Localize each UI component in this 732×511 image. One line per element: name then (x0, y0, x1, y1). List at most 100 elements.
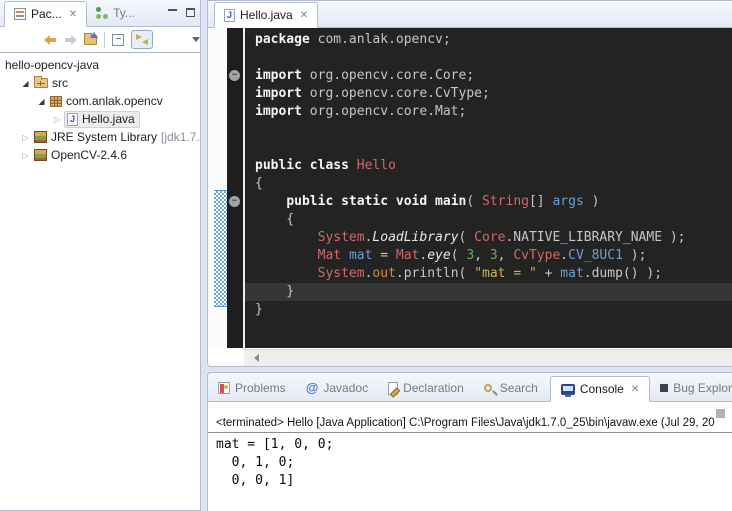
tree-item-hello-java[interactable]: ▷Hello.java (0, 110, 200, 128)
collapse-all-icon[interactable]: − (112, 34, 124, 46)
code-token: import (255, 68, 302, 83)
code-token (255, 230, 318, 245)
code-token: eye (427, 248, 450, 263)
code-token: } (255, 284, 294, 299)
code-token: main (435, 194, 466, 209)
collapsed-arrow-icon[interactable]: ▷ (51, 115, 64, 124)
close-icon[interactable]: ✕ (629, 384, 639, 395)
expanded-arrow-icon[interactable]: ◢ (35, 97, 48, 106)
tree-item-decoration: [jdk1.7.0 (161, 130, 200, 144)
tab-javadoc[interactable]: Javadoc (296, 375, 378, 401)
console-process-label: <terminated> Hello [Java Application] C:… (208, 417, 732, 433)
code-area[interactable]: package com.anlak.opencv; import org.open… (245, 28, 732, 348)
code-token: org.opencv.core.Mat; (302, 104, 466, 119)
code-token: , (474, 248, 490, 263)
tab-declaration[interactable]: Declaration (378, 375, 474, 401)
tab-label: Javadoc (323, 381, 368, 395)
tree-item-label: hello-opencv-java (5, 58, 99, 72)
tree-item-opencv-2-4-6[interactable]: ▷ OpenCV-2.4.6 (0, 146, 200, 164)
code-token: 3 (466, 248, 474, 263)
code-token (333, 194, 341, 209)
fold-collapse-icon[interactable]: − (229, 70, 240, 81)
code-token: { (255, 212, 294, 227)
code-token: ( (459, 230, 475, 245)
code-line: { (245, 211, 732, 229)
tree-item-content: src (32, 75, 72, 92)
tree-item-label: OpenCV-2.4.6 (51, 148, 127, 162)
scroll-left-icon[interactable] (254, 354, 259, 362)
close-icon[interactable]: ✕ (67, 9, 77, 20)
tab-label: Console (580, 382, 624, 396)
project-tree[interactable]: hello-opencv-java◢src◢com.anlak.opencv▷H… (0, 53, 200, 164)
code-token: ( (466, 194, 482, 209)
package-explorer-toolbar: − (0, 27, 200, 53)
link-with-editor-button[interactable] (131, 30, 153, 49)
tree-item-content: OpenCV-2.4.6 (32, 147, 131, 164)
tab-label: Pac... (31, 7, 62, 21)
code-token: CV_8UC1 (568, 248, 623, 263)
code-token (388, 194, 396, 209)
code-token: Core (474, 230, 505, 245)
code-token (427, 194, 435, 209)
code-token: System (318, 266, 365, 281)
code-token: CvType (513, 248, 560, 263)
code-token: { (255, 176, 263, 191)
maximize-icon[interactable] (186, 8, 195, 17)
collapsed-arrow-icon[interactable]: ▷ (19, 151, 32, 160)
code-token (255, 266, 318, 281)
minimize-icon[interactable] (168, 9, 177, 17)
console-output[interactable]: mat = [1, 0, 0; 0, 1, 0; 0, 0, 1] (208, 433, 732, 490)
expanded-arrow-icon[interactable]: ◢ (19, 79, 32, 88)
tab-console[interactable]: Console ✕ (550, 376, 650, 402)
close-icon[interactable]: ✕ (298, 10, 308, 21)
tree-item-com-anlak-opencv[interactable]: ◢com.anlak.opencv (0, 92, 200, 110)
code-line: System.out.println( "mat = " + mat.dump(… (245, 265, 732, 283)
code-token: static (341, 194, 388, 209)
code-token: import (255, 104, 302, 119)
code-token: .dump() ); (584, 266, 662, 281)
code-token (255, 194, 286, 209)
tab-hello-java[interactable]: Hello.java ✕ (214, 2, 318, 28)
search-icon (484, 384, 492, 392)
forward-arrow-icon[interactable] (64, 35, 77, 45)
code-line: System.LoadLibrary( Core.NATIVE_LIBRARY_… (245, 229, 732, 247)
tab-package-explorer[interactable]: Pac... ✕ (4, 1, 87, 27)
code-token: 3 (490, 248, 498, 263)
library-icon (34, 131, 47, 143)
code-token: [] (529, 194, 552, 209)
code-token: public (286, 194, 333, 209)
back-arrow-icon[interactable] (44, 35, 57, 45)
tab-label: Declaration (403, 381, 464, 395)
tree-item-jre-system-library[interactable]: ▷ JRE System Library [jdk1.7.0 (0, 128, 200, 146)
tree-item-src[interactable]: ◢src (0, 74, 200, 92)
toolbar-separator (104, 32, 105, 48)
code-token: , (498, 248, 514, 263)
collapsed-arrow-icon[interactable]: ▷ (19, 133, 32, 142)
view-menu-icon[interactable] (192, 37, 200, 42)
tree-item-content: hello-opencv-java (3, 57, 103, 74)
package-icon (50, 96, 62, 107)
code-line: Mat mat = Mat.eye( 3, 3, CvType.CV_8UC1 … (245, 247, 732, 265)
library-icon (34, 149, 47, 161)
tab-problems[interactable]: Problems (208, 375, 296, 401)
code-token: System (318, 230, 365, 245)
problems-icon (218, 382, 230, 394)
javadoc-icon (306, 382, 319, 394)
import-folder-icon[interactable] (84, 35, 98, 45)
code-line (245, 49, 732, 67)
tab-search[interactable]: Search (474, 375, 548, 401)
code-line: public static void main( String[] args ) (245, 193, 732, 211)
tab-label: Ty... (113, 6, 135, 20)
editor-body[interactable]: package com.anlak.opencv; import org.open… (208, 28, 732, 348)
code-token: package (255, 32, 310, 47)
tab-bug-explorer[interactable]: Bug Explorer (650, 375, 732, 401)
tree-item-label: JRE System Library (51, 130, 157, 144)
console-toolbar-icon[interactable] (716, 409, 725, 418)
code-token: public (255, 158, 302, 173)
tab-type-hierarchy[interactable]: Ty... (87, 0, 144, 26)
tree-item-hello-opencv-java[interactable]: hello-opencv-java (0, 56, 200, 74)
fold-collapse-icon[interactable]: − (229, 196, 240, 207)
code-token: com.anlak.opencv; (310, 32, 451, 47)
editor-horizontal-scrollbar[interactable] (244, 349, 732, 366)
type-hierarchy-icon (96, 7, 108, 19)
